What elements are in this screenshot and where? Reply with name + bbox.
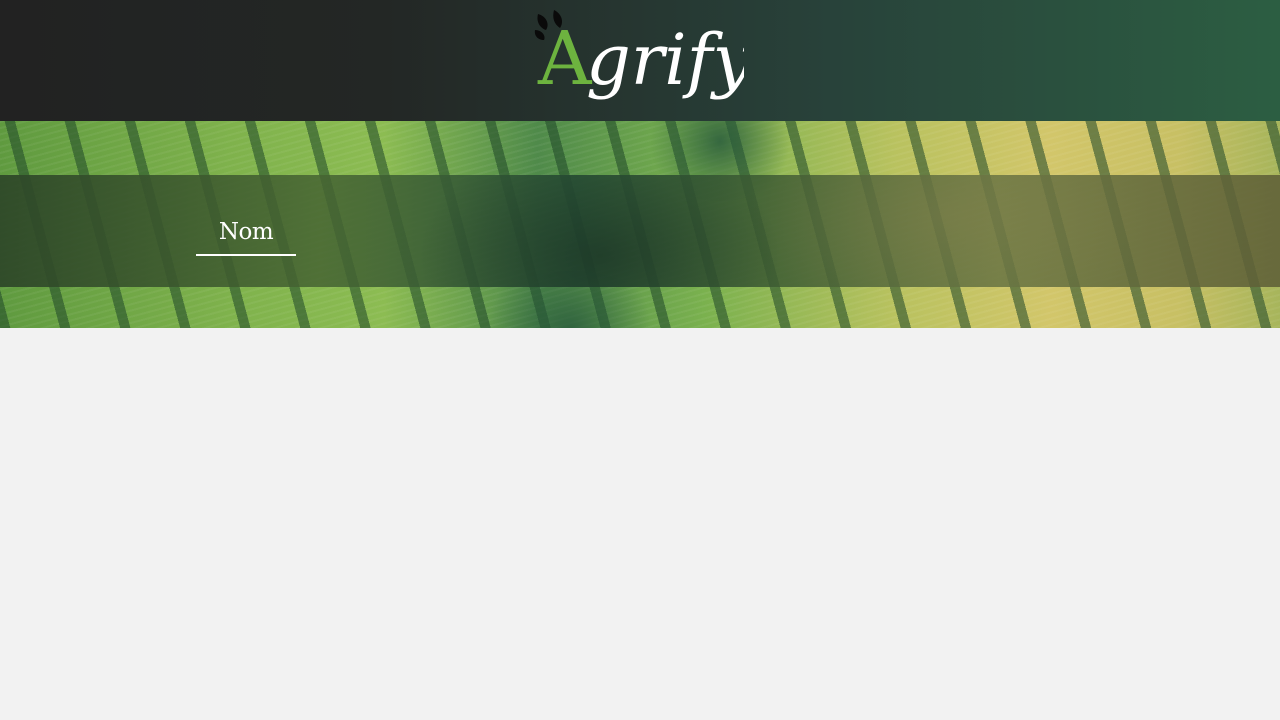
brand-logo[interactable]: A grify bbox=[532, 8, 744, 104]
logo-wordmark: grify bbox=[586, 19, 744, 101]
tab-bar: Nom bbox=[0, 175, 1280, 287]
tab-label: Nom bbox=[218, 219, 274, 245]
logo-graphic: A grify bbox=[534, 10, 744, 102]
hero-banner: Nom bbox=[0, 121, 1280, 328]
tab-nom[interactable]: Nom bbox=[196, 215, 296, 256]
logo-initial: A bbox=[537, 16, 593, 102]
site-header: A grify bbox=[0, 0, 1280, 121]
main-content bbox=[0, 328, 1280, 720]
